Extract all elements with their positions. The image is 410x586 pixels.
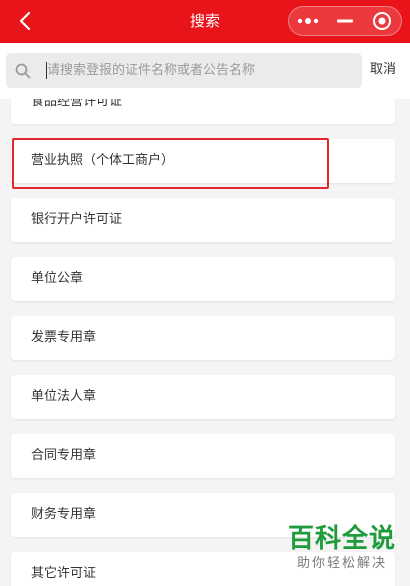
list-item-label: 食品经营许可证 (31, 99, 123, 109)
chevron-left-icon (19, 11, 31, 31)
cancel-button[interactable]: 取消 (370, 59, 404, 81)
close-button[interactable] (364, 6, 401, 36)
watermark-subtitle: 助你轻松解决 (296, 556, 387, 571)
list-item-label: 单位法人章 (31, 389, 97, 404)
list-item[interactable]: 单位公章 (11, 257, 395, 301)
list-item[interactable]: 合同专用章 (11, 434, 395, 478)
list-item-label: 发票专用章 (31, 330, 97, 345)
list-item-label: 营业执照（个体工商户） (31, 153, 175, 168)
search-input[interactable] (47, 53, 347, 88)
minimize-button[interactable] (326, 6, 363, 36)
nav-header: 搜索 (0, 0, 410, 43)
target-close-icon (373, 12, 392, 30)
list-item[interactable]: 单位法人章 (11, 375, 395, 419)
watermark-logo: 百科全说 助你轻松解决 (284, 524, 400, 580)
list-item-label: 银行开户许可证 (31, 212, 123, 227)
search-bar: 取消 (0, 43, 410, 99)
list-item[interactable]: 发票专用章 (11, 316, 395, 360)
list-item-label: 合同专用章 (31, 448, 97, 463)
more-button[interactable] (289, 6, 326, 36)
back-button[interactable] (12, 8, 38, 34)
watermark-title: 百科全说 (287, 524, 396, 554)
search-box (6, 53, 362, 88)
list-item-label: 财务专用章 (31, 507, 97, 522)
list-item[interactable]: 营业执照（个体工商户） (11, 139, 395, 183)
list-item-label: 单位公章 (31, 271, 84, 286)
result-list: 食品经营许可证 营业执照（个体工商户） 银行开户许可证 单位公章 发票专用章 单… (0, 99, 410, 586)
list-item[interactable]: 银行开户许可证 (11, 198, 395, 242)
minimize-icon (336, 19, 353, 23)
list-item-label: 其它许可证 (31, 566, 97, 581)
mini-program-capsule (288, 6, 402, 36)
list-item[interactable]: 食品经营许可证 (11, 99, 395, 124)
more-dots-icon (297, 18, 318, 24)
search-icon (15, 63, 31, 79)
